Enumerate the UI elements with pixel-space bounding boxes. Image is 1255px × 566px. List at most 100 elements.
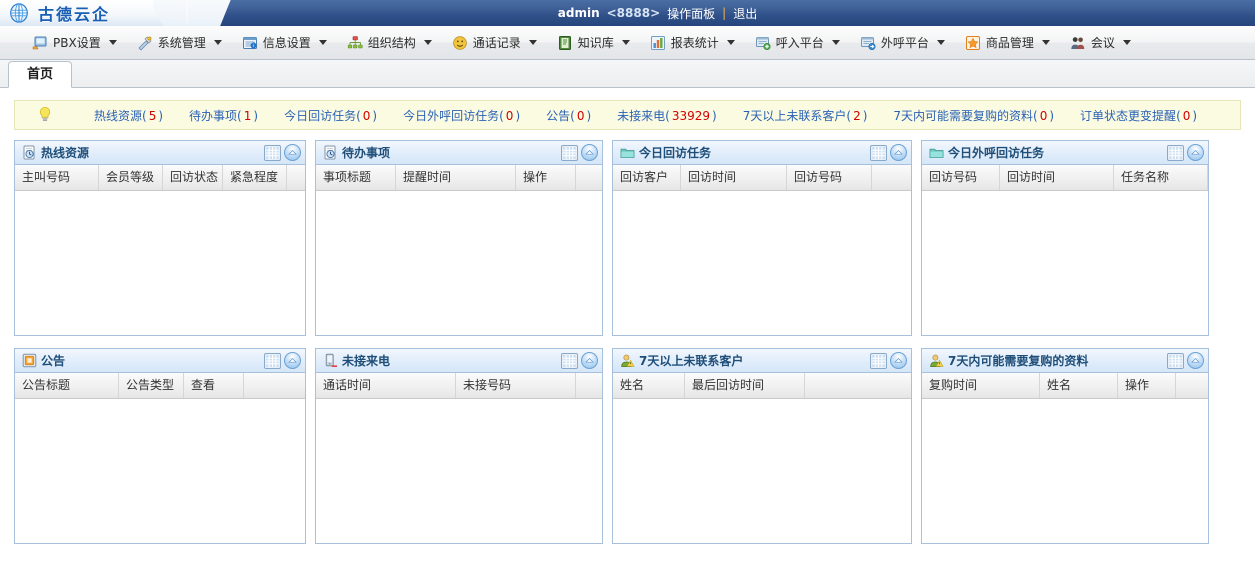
collapse-panel-icon[interactable] bbox=[890, 144, 907, 161]
column-header-cell[interactable]: 操作 bbox=[516, 165, 576, 190]
notification-link[interactable]: 7天内可能需要复购的资料(0) bbox=[880, 107, 1067, 124]
dashboard-panel-grid: 热线资源 主叫号码 会员等级 回访状态 紧急程度 待办事项 事项标题 提醒时间 操作 今日回访任务… bbox=[0, 130, 1255, 544]
collapse-panel-icon[interactable] bbox=[284, 144, 301, 161]
notification-link[interactable]: 热线资源(5) bbox=[81, 107, 176, 124]
column-header-cell[interactable]: 姓名 bbox=[1040, 373, 1118, 398]
notification-link-label: 7天内可能需要复购的资料 bbox=[893, 108, 1034, 123]
chevron-down-icon bbox=[318, 40, 327, 45]
column-header-cell[interactable]: 会员等级 bbox=[99, 165, 163, 190]
notification-link-count: 2 bbox=[853, 108, 861, 123]
column-header-cell[interactable]: 回访时间 bbox=[1000, 165, 1114, 190]
column-header-cell[interactable]: 紧急程度 bbox=[223, 165, 287, 190]
column-header-cell[interactable]: 姓名 bbox=[613, 373, 685, 398]
grid-view-icon[interactable] bbox=[1167, 352, 1184, 369]
column-header-cell[interactable] bbox=[1208, 165, 1209, 190]
grid-view-icon[interactable] bbox=[870, 352, 887, 369]
grid-view-icon[interactable] bbox=[561, 144, 578, 161]
collapse-panel-icon[interactable] bbox=[284, 352, 301, 369]
brand-logo-area: 古德云企 bbox=[0, 0, 185, 26]
column-header-cell[interactable] bbox=[244, 373, 305, 398]
grid-view-icon[interactable] bbox=[561, 352, 578, 369]
panel-header: 7天以上未联系客户 bbox=[613, 349, 911, 373]
notification-link-count: 0 bbox=[1182, 108, 1191, 123]
grid-view-icon[interactable] bbox=[870, 144, 887, 161]
column-header-cell[interactable] bbox=[872, 165, 911, 190]
collapse-panel-icon[interactable] bbox=[581, 144, 598, 161]
menu-system-manage[interactable]: 系统管理 bbox=[127, 29, 232, 57]
org-structure-icon bbox=[347, 35, 363, 51]
tab-home[interactable]: 首页 bbox=[8, 61, 73, 88]
panel-header-buttons bbox=[1167, 144, 1204, 161]
notification-link[interactable]: 今日外呼回访任务(0) bbox=[390, 107, 533, 124]
logout-link[interactable]: 退出 bbox=[733, 5, 757, 22]
notification-link[interactable]: 未接来电(33929) bbox=[604, 107, 730, 124]
column-header-cell[interactable] bbox=[576, 373, 602, 398]
notification-link-label: 待办事项 bbox=[189, 108, 238, 123]
column-header-cell[interactable]: 公告类型 bbox=[119, 373, 184, 398]
menu-conference[interactable]: 会议 bbox=[1060, 29, 1141, 57]
notification-link[interactable]: 今日回访任务(0) bbox=[271, 107, 390, 124]
column-header-cell[interactable]: 查看 bbox=[184, 373, 244, 398]
menu-knowledge-base[interactable]: 知识库 bbox=[547, 29, 640, 57]
notification-link[interactable]: 待办事项(1) bbox=[176, 107, 271, 124]
column-header-cell[interactable]: 提醒时间 bbox=[396, 165, 516, 190]
panel-header: 今日外呼回访任务 bbox=[922, 141, 1208, 165]
dashboard-panel: 热线资源 主叫号码 会员等级 回访状态 紧急程度 bbox=[14, 140, 306, 336]
column-header-cell[interactable]: 回访号码 bbox=[787, 165, 872, 190]
menu-info-settings[interactable]: i 信息设置 bbox=[232, 29, 337, 57]
extension-label: <8888> bbox=[606, 6, 661, 20]
collapse-panel-icon[interactable] bbox=[1187, 352, 1204, 369]
notification-link-label: 今日外呼回访任务 bbox=[403, 108, 500, 123]
column-header-cell[interactable]: 回访号码 bbox=[922, 165, 1000, 190]
user-warn-icon bbox=[929, 353, 944, 368]
dashboard-panel: 待办事项 事项标题 提醒时间 操作 bbox=[315, 140, 603, 336]
menu-org-structure[interactable]: 组织结构 bbox=[337, 29, 442, 57]
menu-pbx-settings[interactable]: PBX设置 bbox=[22, 29, 127, 57]
panel-title: 今日回访任务 bbox=[639, 146, 712, 160]
column-header-cell[interactable]: 最后回访时间 bbox=[685, 373, 805, 398]
folder-icon bbox=[929, 145, 944, 160]
panel-header: 未接来电 bbox=[316, 349, 602, 373]
menu-inbound-platform[interactable]: 呼入平台 bbox=[745, 29, 850, 57]
collapse-panel-icon[interactable] bbox=[581, 352, 598, 369]
user-warn-icon bbox=[620, 353, 635, 368]
column-header-cell[interactable]: 回访客户 bbox=[613, 165, 681, 190]
column-header-cell[interactable] bbox=[287, 165, 305, 190]
control-panel-link[interactable]: 操作面板 bbox=[667, 5, 715, 22]
notification-link-label: 热线资源 bbox=[94, 108, 143, 123]
username-label: admin bbox=[557, 6, 600, 20]
column-header-cell[interactable]: 回访状态 bbox=[163, 165, 223, 190]
collapse-panel-icon[interactable] bbox=[890, 352, 907, 369]
menu-label: 通话记录 bbox=[472, 36, 521, 50]
column-header-cell[interactable] bbox=[805, 373, 911, 398]
panel-title: 今日外呼回访任务 bbox=[948, 146, 1045, 160]
notification-link[interactable]: 订单状态更变提醒(0) bbox=[1067, 107, 1210, 124]
column-header-cell[interactable]: 任务名称 bbox=[1114, 165, 1208, 190]
menu-label: 系统管理 bbox=[157, 36, 206, 50]
menu-report-statistics[interactable]: 报表统计 bbox=[640, 29, 745, 57]
collapse-panel-icon[interactable] bbox=[1187, 144, 1204, 161]
column-header-cell[interactable]: 回访时间 bbox=[681, 165, 787, 190]
column-header-cell[interactable]: 事项标题 bbox=[316, 165, 396, 190]
column-header-cell[interactable]: 公告标题 bbox=[15, 373, 119, 398]
column-header-cell[interactable] bbox=[576, 165, 602, 190]
notification-link[interactable]: 公告(0) bbox=[533, 107, 604, 124]
panel-header-buttons bbox=[561, 144, 598, 161]
grid-view-icon[interactable] bbox=[1167, 144, 1184, 161]
column-header-cell[interactable]: 主叫号码 bbox=[15, 165, 99, 190]
table-column-header: 通话时间 未接号码 bbox=[316, 373, 602, 399]
table-column-header: 复购时间 姓名 操作 bbox=[922, 373, 1208, 399]
info-settings-icon: i bbox=[242, 35, 258, 51]
menu-call-records[interactable]: 通话记录 bbox=[442, 29, 547, 57]
panel-header: 今日回访任务 bbox=[613, 141, 911, 165]
column-header-cell[interactable]: 操作 bbox=[1118, 373, 1176, 398]
column-header-cell[interactable]: 通话时间 bbox=[316, 373, 456, 398]
column-header-cell[interactable]: 复购时间 bbox=[922, 373, 1040, 398]
menu-outbound-platform[interactable]: 外呼平台 bbox=[850, 29, 955, 57]
notification-link[interactable]: 7天以上未联系客户(2) bbox=[730, 107, 881, 124]
grid-view-icon[interactable] bbox=[264, 352, 281, 369]
column-header-cell[interactable] bbox=[1176, 373, 1208, 398]
grid-view-icon[interactable] bbox=[264, 144, 281, 161]
menu-product-manage[interactable]: 商品管理 bbox=[955, 29, 1060, 57]
column-header-cell[interactable]: 未接号码 bbox=[456, 373, 576, 398]
